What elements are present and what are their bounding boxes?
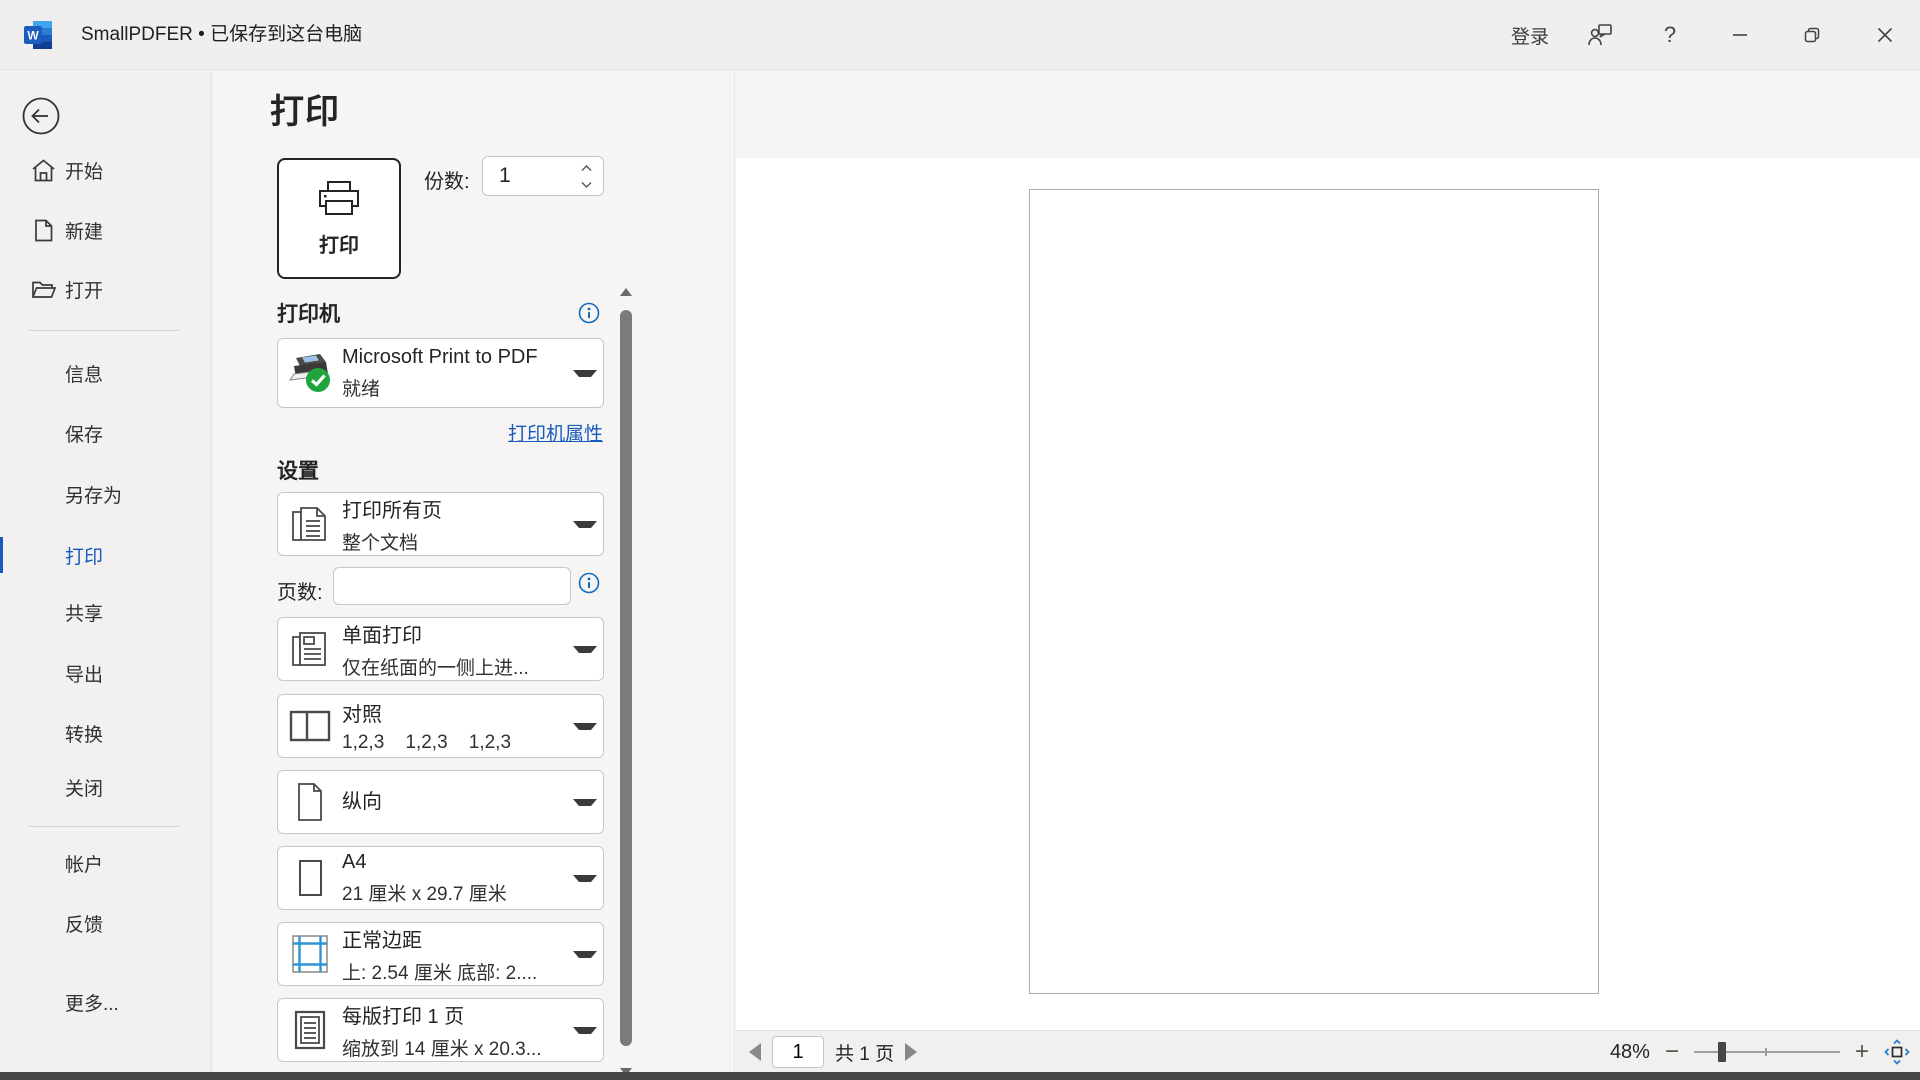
print-all-pages-icon <box>278 503 342 545</box>
previous-page-icon[interactable] <box>749 1043 761 1061</box>
copies-input[interactable] <box>499 157 569 195</box>
sidebar-item-label: 新建 <box>65 217 103 244</box>
margins-select[interactable]: 正常边距 上: 2.54 厘米 底部: 2.... <box>277 922 604 986</box>
printer-icon <box>315 180 363 220</box>
margins-icon <box>278 933 342 975</box>
print-sides-select[interactable]: 单面打印 仅在纸面的一侧上进... <box>277 617 604 681</box>
page-count-label: 共 1 页 <box>835 1039 894 1066</box>
sidebar-item-save-as[interactable]: 另存为 <box>0 476 212 512</box>
scrollbar-thumb[interactable] <box>620 310 632 1046</box>
pages-range-input[interactable] <box>333 567 571 605</box>
sidebar-item-save[interactable]: 保存 <box>0 415 212 451</box>
sidebar-item-info[interactable]: 信息 <box>0 355 212 391</box>
collated-icon <box>278 707 342 745</box>
pages-per-sheet-icon <box>278 1009 342 1051</box>
printer-properties-link[interactable]: 打印机属性 <box>410 419 603 446</box>
page-title: 打印 <box>270 84 340 133</box>
copies-increment-icon[interactable] <box>578 160 594 176</box>
sidebar-item-print[interactable]: 打印 <box>0 537 212 573</box>
paper-size-select[interactable]: A4 21 厘米 x 29.7 厘米 <box>277 846 604 910</box>
chevron-down-icon <box>573 951 597 958</box>
sidebar-item-account[interactable]: 帐户 <box>0 845 212 881</box>
sidebar-item-close-doc[interactable]: 关闭 <box>0 769 212 805</box>
print-button-label: 打印 <box>319 229 359 258</box>
sidebar-item-new[interactable]: 新建 <box>0 212 212 248</box>
copies-decrement-icon[interactable] <box>578 176 594 192</box>
collation-select[interactable]: 对照 1,2,3 1,2,3 1,2,3 <box>277 694 604 758</box>
settings-scrollbar[interactable] <box>618 288 634 1076</box>
printer-status: 就绪 <box>342 374 569 401</box>
svg-text:W: W <box>27 29 39 43</box>
print-range-select[interactable]: 打印所有页 整个文档 <box>277 492 604 556</box>
zoom-in-button[interactable]: + <box>1855 1042 1869 1062</box>
zoom-slider-thumb[interactable] <box>1718 1042 1726 1062</box>
zoom-slider[interactable] <box>1694 1041 1840 1063</box>
chevron-down-icon <box>573 521 597 528</box>
copies-label: 份数: <box>424 165 470 194</box>
feedback-icon[interactable] <box>1578 0 1622 70</box>
pages-label: 页数: <box>277 576 323 605</box>
a4-icon <box>278 857 342 899</box>
sidebar-item-share[interactable]: 共享 <box>0 594 212 630</box>
sidebar-item-label: 打开 <box>65 276 103 303</box>
close-icon[interactable] <box>1862 0 1908 70</box>
next-page-icon[interactable] <box>905 1043 917 1061</box>
zoom-level[interactable]: 48% <box>1610 1041 1650 1064</box>
new-document-icon <box>30 217 57 244</box>
scroll-up-icon[interactable] <box>620 288 632 296</box>
window-bottom-edge <box>0 1072 1920 1080</box>
zoom-out-button[interactable]: − <box>1665 1042 1679 1062</box>
sidebar-item-feedback[interactable]: 反馈 <box>0 905 212 941</box>
portrait-icon <box>278 781 342 823</box>
printer-device-icon <box>278 350 342 396</box>
printer-name: Microsoft Print to PDF <box>342 346 569 369</box>
printer-info-icon[interactable] <box>578 302 600 324</box>
help-icon[interactable]: ? <box>1648 0 1692 70</box>
window-title: SmallPDFER • 已保存到这台电脑 <box>81 0 362 70</box>
sign-in-button[interactable]: 登录 <box>1498 0 1562 70</box>
chevron-down-icon <box>573 723 597 730</box>
page-number-input[interactable] <box>772 1036 824 1068</box>
sidebar-item-label: 开始 <box>65 157 103 184</box>
chevron-down-icon <box>573 875 597 882</box>
preview-canvas <box>736 158 1920 1030</box>
printer-select[interactable]: Microsoft Print to PDF 就绪 <box>277 338 604 408</box>
one-sided-icon <box>278 628 342 670</box>
preview-page <box>1029 189 1599 994</box>
preview-bottom-bar: 共 1 页 48% − + <box>736 1030 1920 1072</box>
minimize-icon[interactable] <box>1718 0 1762 70</box>
home-icon <box>30 157 57 184</box>
copies-stepper[interactable] <box>482 156 604 196</box>
chevron-down-icon <box>573 646 597 653</box>
orientation-select[interactable]: 纵向 <box>277 770 604 834</box>
pages-per-sheet-select[interactable]: 每版打印 1 页 缩放到 14 厘米 x 20.3... <box>277 998 604 1062</box>
pages-info-icon[interactable] <box>578 572 600 594</box>
sidebar-divider <box>28 826 180 827</box>
print-preview-region: 共 1 页 48% − + <box>736 70 1920 1072</box>
chevron-down-icon <box>573 1027 597 1034</box>
backstage-sidebar: 开始 新建 打开 信息 保存 另存为 打印 共享 导出 转换 关闭 帐户 反馈 <box>0 70 212 1072</box>
back-button[interactable] <box>21 96 61 136</box>
sidebar-item-more[interactable]: 更多... <box>0 984 212 1020</box>
settings-section-heading: 设置 <box>277 455 319 485</box>
chevron-down-icon <box>573 799 597 806</box>
restore-icon[interactable] <box>1790 0 1834 70</box>
fit-to-page-icon[interactable] <box>1884 1039 1910 1065</box>
sidebar-item-home[interactable]: 开始 <box>0 152 212 188</box>
sidebar-item-open[interactable]: 打开 <box>0 271 212 307</box>
print-button[interactable]: 打印 <box>277 158 401 279</box>
printer-section-heading: 打印机 <box>277 298 340 328</box>
titlebar: W SmallPDFER • 已保存到这台电脑 登录 ? <box>0 0 1920 70</box>
chevron-down-icon <box>573 370 597 377</box>
sidebar-item-transform[interactable]: 转换 <box>0 715 212 751</box>
sidebar-item-export[interactable]: 导出 <box>0 655 212 691</box>
print-settings-panel: 打印 打印 份数: 打印机 <box>212 70 735 1072</box>
word-logo-icon: W <box>22 19 54 51</box>
sidebar-divider <box>28 330 180 331</box>
open-folder-icon <box>30 276 57 303</box>
